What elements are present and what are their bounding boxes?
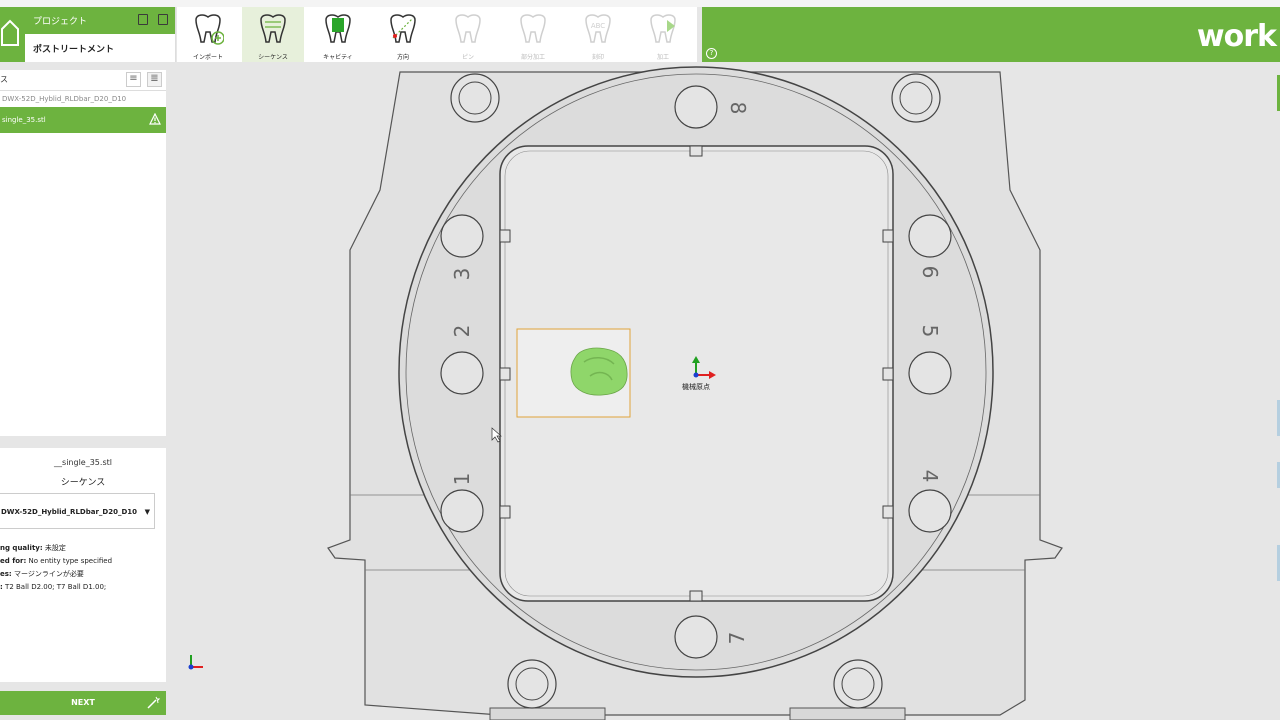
partial-machining-icon: [520, 14, 546, 43]
save-icon[interactable]: [138, 14, 148, 25]
slot-hole-2: [440, 351, 484, 395]
pin-icon: [455, 14, 481, 43]
machining-icon: [650, 14, 676, 43]
next-button[interactable]: NEXT: [0, 691, 166, 715]
project-panel: プロジェクト ポストリートメント: [25, 7, 176, 62]
fixture-foot: [489, 707, 606, 720]
sequence-select-value: DWX-52D_Hyblid_RLDbar_D20_D10: [1, 508, 138, 516]
mount-hole: [450, 73, 500, 123]
machine-origin-label: 機械原点: [682, 382, 710, 391]
step-label: 刻印: [591, 54, 604, 61]
slot-number: 8: [726, 102, 750, 115]
step-import[interactable]: インポート: [177, 7, 239, 62]
step-label: 方向: [396, 54, 409, 61]
step-cavity[interactable]: キャビティ: [307, 7, 369, 62]
project-label: プロジェクト: [33, 17, 88, 27]
home-icon: [1, 19, 19, 46]
slot-hole-1: [440, 489, 484, 533]
slot-hole-5: [908, 351, 952, 395]
top-strip: [0, 0, 1280, 7]
clamp-tab: [882, 367, 894, 381]
step-label: インポート: [192, 54, 223, 61]
svg-text:ABC: ABC: [591, 22, 605, 30]
fixture-foot: [789, 707, 906, 720]
slot-number: 3: [450, 268, 474, 281]
prop-quality: ng quality: 未設定: [0, 544, 66, 552]
engraving-icon: ABC: [585, 14, 611, 43]
prop-used-for: ed for: No entity type specified: [0, 557, 113, 565]
clamp-tab: [882, 229, 894, 243]
next-button-label: NEXT: [71, 698, 95, 707]
slot-hole-4: [908, 489, 952, 533]
step-engraving[interactable]: ABC 刻印: [567, 7, 629, 62]
step-machining[interactable]: 加工: [632, 7, 694, 62]
info-section-title: シーケンス: [60, 478, 106, 488]
cavity-icon: [325, 14, 351, 43]
clamp-tab: [689, 590, 703, 602]
sequence-select[interactable]: DWX-52D_Hyblid_RLDbar_D20_D10 ▼: [0, 493, 155, 529]
mount-hole: [891, 73, 941, 123]
step-label: シーケンス: [258, 54, 288, 61]
prop-tools: : T2 Ball D2.00; T7 Ball D1.00;: [0, 583, 107, 591]
search-text[interactable]: ス: [0, 74, 8, 85]
step-label: 加工: [656, 54, 669, 61]
step-partial-machining[interactable]: 部分加工: [502, 7, 564, 62]
3d-viewport[interactable]: 8 3 2 1 6 5 4 7 機械原点: [180, 62, 1278, 720]
slot-hole-3: [440, 214, 484, 258]
slot-number: 6: [918, 266, 942, 279]
step-orientation[interactable]: 方向: [372, 7, 434, 62]
tooth-model[interactable]: [570, 347, 628, 396]
warning-icon: [149, 113, 161, 125]
tree-panel: ス ≡ ≣ DWX-52D_Hyblid_RLDbar_D20_D10 sing…: [0, 70, 166, 436]
slot-number: 1: [450, 473, 474, 486]
step-label: ピン: [461, 54, 474, 61]
clamp-tab: [499, 367, 511, 381]
slot-number: 4: [918, 470, 942, 483]
slot-number: 2: [450, 325, 474, 338]
brand-bar: ? work: [702, 7, 1280, 62]
tree-item-selected[interactable]: single_35.stl: [0, 107, 166, 133]
magic-wand-icon: [147, 696, 160, 709]
step-label: 部分加工: [520, 54, 545, 61]
slot-hole-6: [908, 214, 952, 258]
clamp-tab: [499, 505, 511, 519]
info-file-name: __single_35.stl: [54, 458, 112, 467]
project-name: ポストリートメント: [33, 44, 115, 55]
brand-logo: work: [1196, 19, 1277, 54]
help-icon[interactable]: ?: [706, 48, 717, 59]
chevron-down-icon: ▼: [144, 508, 150, 516]
step-pin[interactable]: ピン: [437, 7, 499, 62]
home-button[interactable]: [0, 7, 25, 62]
project-header: プロジェクト: [25, 7, 175, 34]
workflow-toolbar: インポート シーケンス キャビティ 方向 ピン 部分加工 ABC 刻印 加工: [177, 7, 697, 62]
slot-hole-8: [674, 85, 718, 129]
sequence-icon: [260, 14, 286, 43]
export-file-icon[interactable]: [158, 14, 168, 25]
view-axis-z: [188, 664, 194, 670]
clamp-tab: [689, 145, 703, 157]
slot-number: 7: [725, 632, 749, 645]
tree-item-label: single_35.stl: [2, 116, 46, 124]
mount-hole: [833, 659, 883, 709]
step-label: キャビティ: [323, 54, 353, 61]
search-row: ス ≡ ≣: [0, 70, 166, 91]
slot-hole-7: [674, 615, 718, 659]
list-view-icon[interactable]: ≡: [126, 72, 141, 87]
step-sequence[interactable]: シーケンス: [242, 7, 304, 62]
prop-notes: es: マージンラインが必要: [0, 570, 84, 578]
slot-number: 5: [918, 325, 942, 338]
detail-view-icon[interactable]: ≣: [147, 72, 162, 87]
origin-z-dot: [693, 372, 699, 378]
mount-hole: [507, 659, 557, 709]
import-icon: [195, 14, 224, 45]
clamp-tab: [882, 505, 894, 519]
info-panel: __single_35.stl シーケンス DWX-52D_Hyblid_RLD…: [0, 448, 166, 682]
clamp-tab: [499, 229, 511, 243]
orientation-icon: [390, 14, 416, 43]
tree-item-parent[interactable]: DWX-52D_Hyblid_RLDbar_D20_D10: [0, 91, 166, 107]
